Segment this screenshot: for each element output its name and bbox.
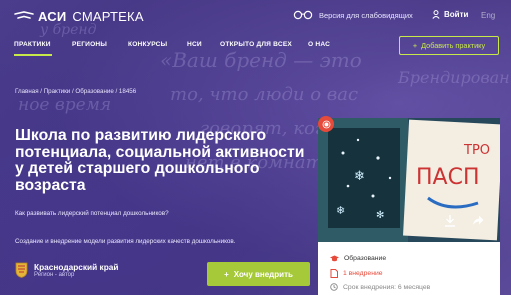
region-name: Краснодарский край — [34, 262, 119, 272]
nav-item-contests[interactable]: КОНКУРСЫ — [128, 41, 167, 48]
svg-text:ТРО: ТРО — [463, 143, 490, 158]
badge-icon — [318, 116, 334, 132]
add-practice-button[interactable]: + Добавить практику — [399, 36, 499, 55]
login-label: Войти — [444, 10, 469, 19]
download-icon[interactable] — [444, 214, 456, 227]
author-region[interactable]: Краснодарский край Регион - автор — [15, 262, 119, 278]
main-nav: ПРАКТИКИ РЕГИОНЫ КОНКУРСЫ НСИ ОТКРЫТО ДЛ… — [14, 41, 330, 57]
share-icon[interactable] — [472, 214, 484, 226]
logo-mark-icon — [14, 11, 34, 19]
duration-row: Срок внедрения: 6 месяцев — [330, 283, 430, 291]
practice-subtitle: Как развивать лидерский потенциал дошкол… — [15, 210, 169, 217]
category-row: Образование — [330, 255, 386, 262]
nav-item-regions[interactable]: РЕГИОНЫ — [72, 41, 107, 48]
plus-icon: + — [224, 269, 229, 279]
document-icon — [330, 269, 338, 278]
nav-item-open-for-all[interactable]: ОТКРЫТО ДЛЯ ВСЕХ — [220, 41, 292, 48]
site-header: АСИ СМАРТЕКА Версия для слабовидящих Вой… — [0, 0, 511, 30]
glasses-icon[interactable] — [293, 10, 313, 20]
login-button[interactable]: Войти — [432, 10, 468, 19]
accessibility-link[interactable]: Версия для слабовидящих — [319, 11, 413, 20]
logo-primary-text: АСИ — [38, 9, 67, 24]
user-icon — [432, 10, 440, 19]
graduation-cap-icon — [330, 255, 339, 262]
svg-text:ПАСП: ПАСП — [416, 165, 480, 190]
breadcrumb[interactable]: Главная / Практики / Образование / 18456 — [15, 88, 136, 95]
page-title: Школа по развитию лидерского потенциала,… — [15, 127, 305, 194]
clock-icon — [330, 283, 338, 291]
nav-item-nsi[interactable]: НСИ — [187, 41, 202, 48]
implementations-count: 1 внедрение — [343, 270, 383, 277]
region-role: Регион - автор — [34, 272, 75, 278]
site-logo[interactable]: АСИ СМАРТЕКА — [14, 9, 144, 24]
category-label: Образование — [344, 255, 387, 262]
plus-icon: + — [412, 41, 418, 50]
nav-item-practices[interactable]: ПРАКТИКИ — [14, 41, 51, 48]
nav-item-about[interactable]: О НАС — [308, 41, 330, 48]
implementation-duration: Срок внедрения: 6 месяцев — [343, 283, 431, 291]
svg-text:❄: ❄ — [336, 204, 345, 217]
practice-description: Создание и внедрение модели развития лид… — [15, 238, 236, 245]
implementations-row[interactable]: 1 внедрение — [330, 269, 383, 278]
logo-secondary-text: СМАРТЕКА — [72, 9, 144, 24]
implement-label: Хочу внедрить — [233, 269, 293, 279]
svg-text:❄: ❄ — [354, 169, 365, 184]
add-practice-label: Добавить практику — [421, 41, 486, 50]
practice-card: ❄ ❄ ✻ ТРО ПАСП Образование 1 внедрение С… — [318, 118, 500, 295]
region-crest-icon — [15, 262, 28, 278]
implement-button[interactable]: + Хочу внедрить — [207, 262, 310, 286]
svg-text:✻: ✻ — [376, 210, 384, 221]
practice-photo: ❄ ❄ ✻ ТРО ПАСП — [318, 118, 500, 242]
language-switch[interactable]: Eng — [481, 11, 495, 20]
nav-active-indicator — [14, 54, 52, 56]
